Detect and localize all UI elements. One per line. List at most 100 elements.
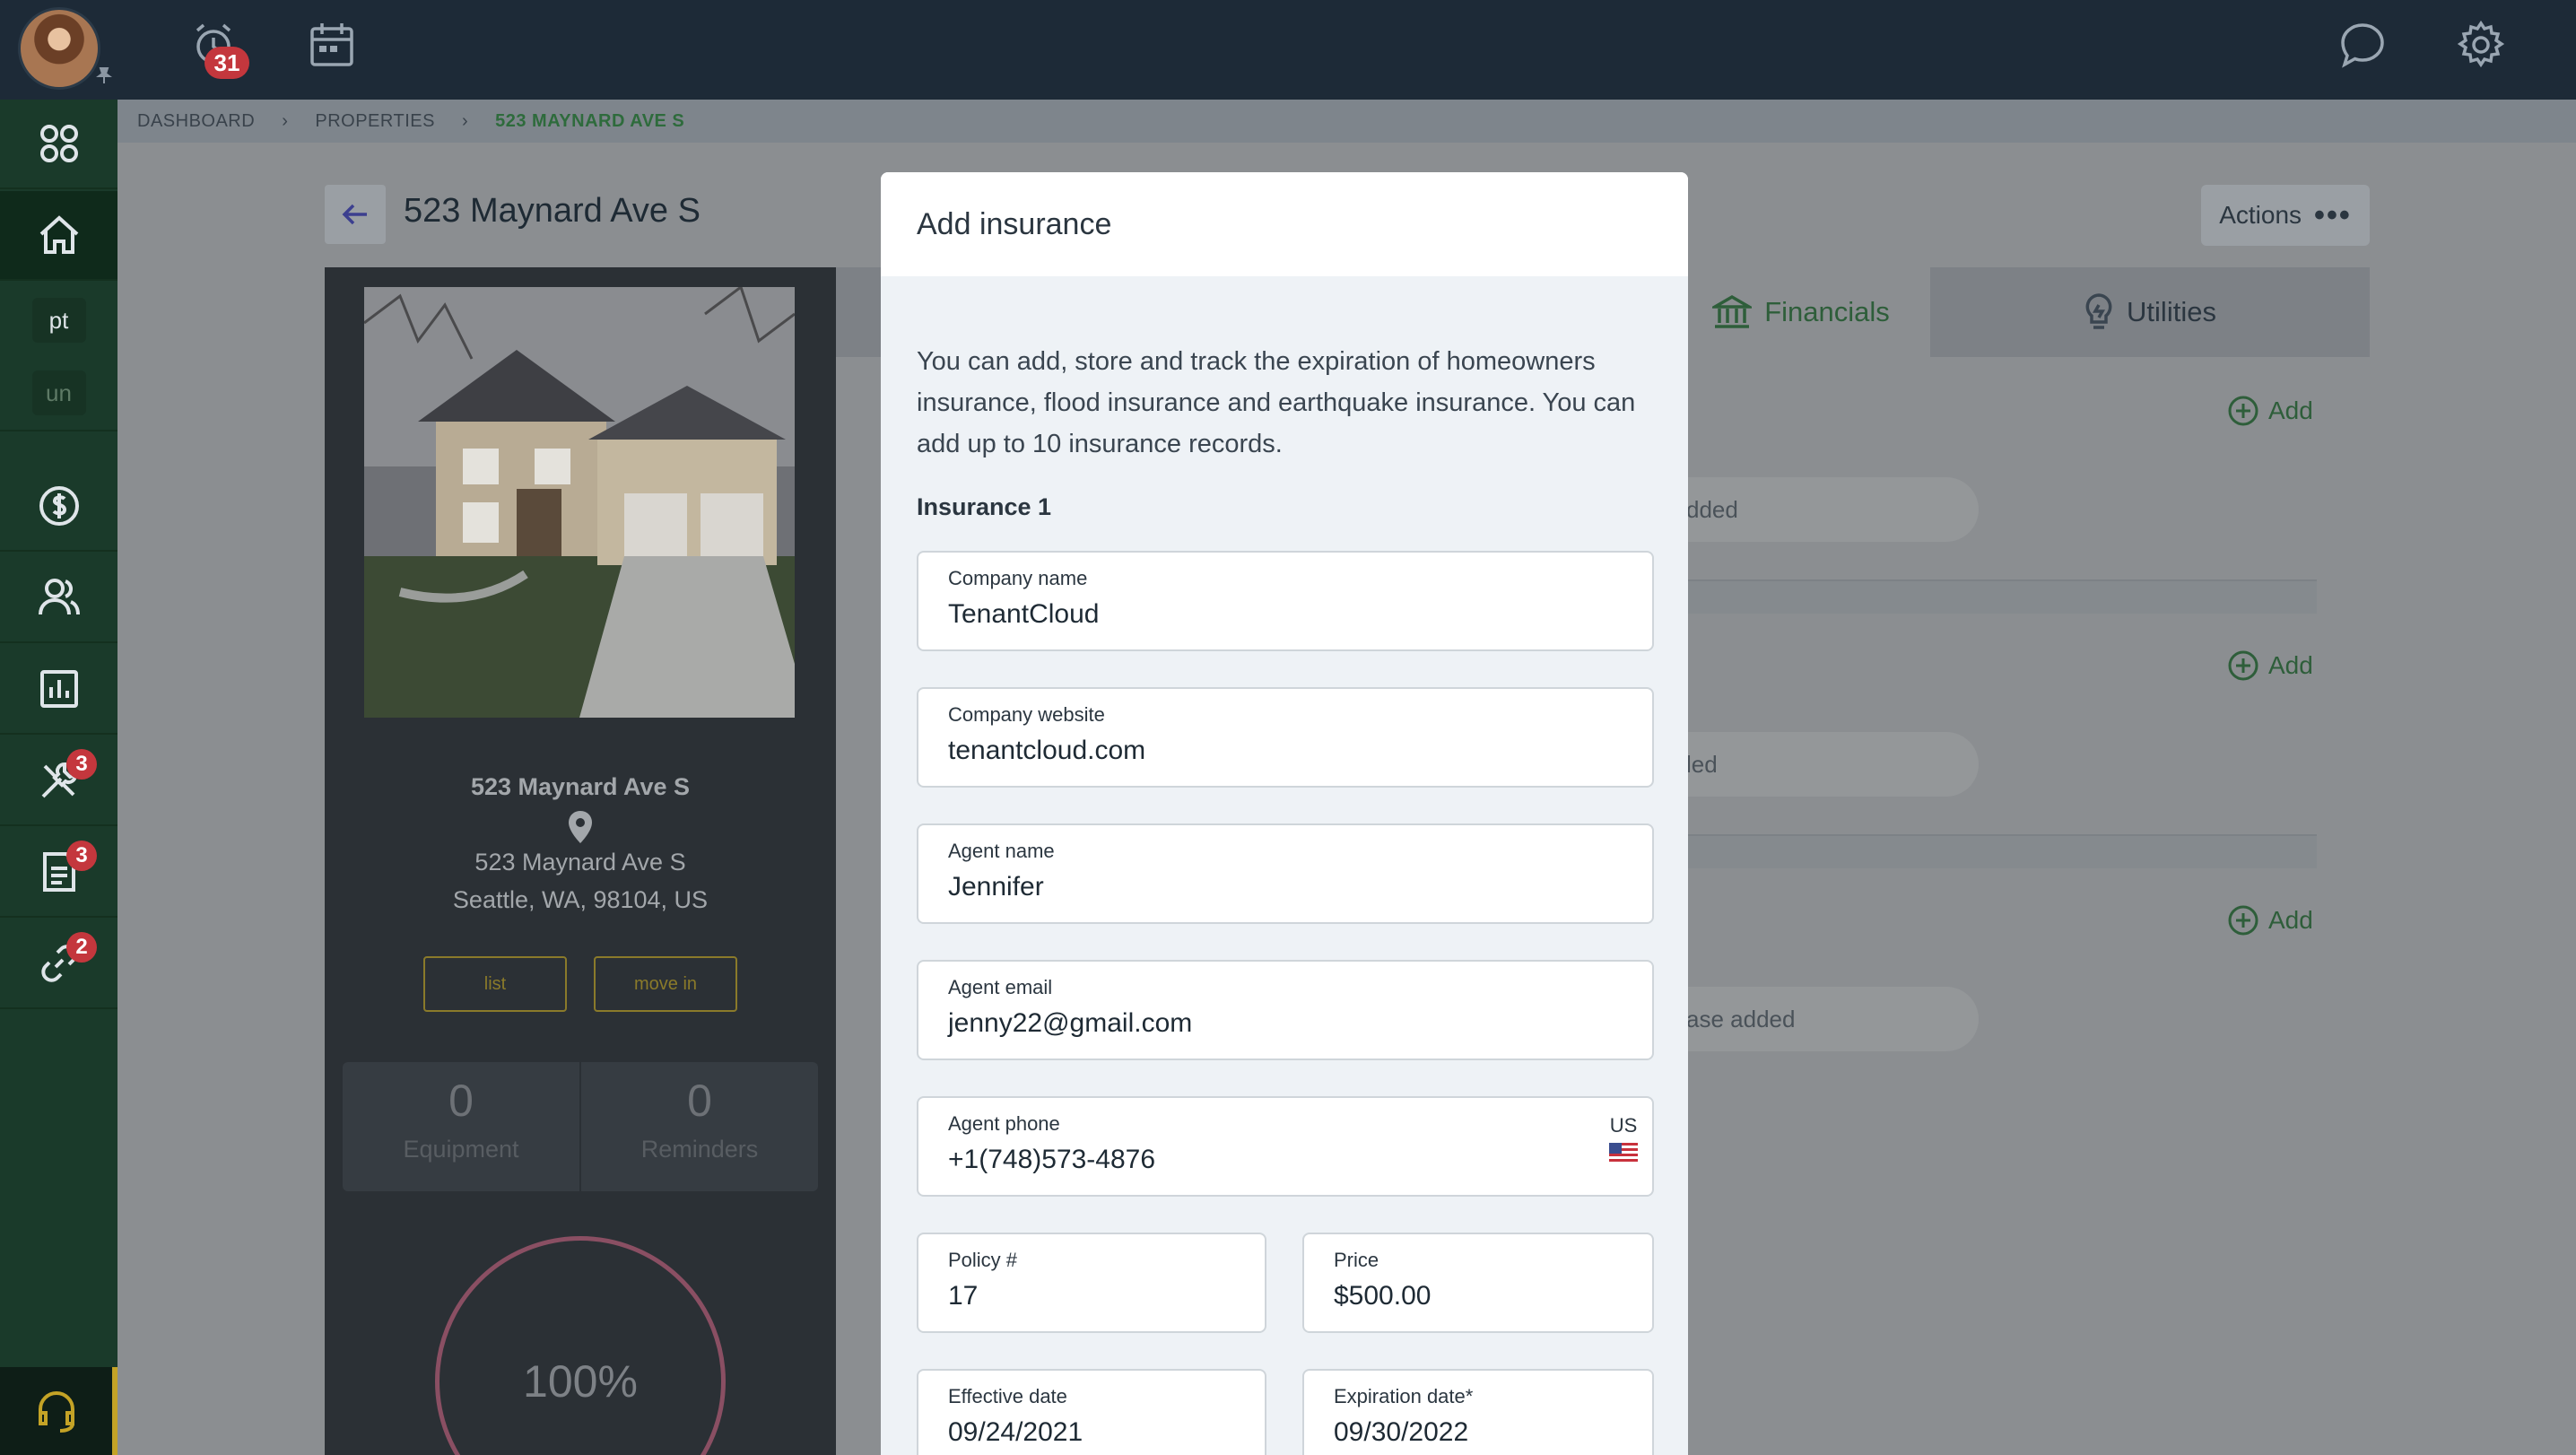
lightbulb-icon: [2085, 293, 2112, 329]
add-insurance-modal: Add insurance You can add, store and tra…: [881, 172, 1688, 1455]
documents-badge: 3: [66, 841, 97, 871]
page-title: 523 Maynard Ave S: [404, 192, 701, 230]
add-button-3[interactable]: Add: [2227, 904, 2313, 937]
policy-number-value: 17: [948, 1281, 979, 1311]
property-photo: [364, 287, 795, 718]
move-in-button[interactable]: move in: [594, 956, 737, 1012]
add-label: Add: [2268, 396, 2313, 424]
expiration-date-value: 09/30/2022: [1334, 1417, 1469, 1447]
pin-icon: [95, 66, 113, 84]
property-address-line2: Seattle, WA, 98104, US: [452, 886, 709, 913]
price-label: Price: [1334, 1249, 1379, 1271]
sidebar-item-home[interactable]: [0, 191, 117, 281]
effective-date-label: Effective date: [948, 1385, 1067, 1407]
sidebar-item-apps[interactable]: [0, 100, 117, 189]
agent-phone-field[interactable]: Agent phone +1(748)573-4876 US: [917, 1096, 1654, 1197]
breadcrumb-dashboard[interactable]: DASHBOARD: [137, 111, 255, 132]
chevron-right-icon: ›: [282, 110, 289, 131]
back-button[interactable]: [325, 185, 386, 244]
location-pin-icon: [566, 809, 595, 845]
equipment-stat[interactable]: 0 Equipment: [343, 1062, 579, 1191]
pt-label: pt: [31, 298, 86, 343]
dollar-icon: [39, 486, 79, 526]
effective-date-field[interactable]: Effective date 09/24/2021: [917, 1369, 1266, 1455]
notification-badge: 31: [205, 47, 249, 79]
reminders-label: Reminders: [640, 1136, 759, 1163]
tab-financials-label: Financials: [1764, 296, 1890, 327]
top-bar: 31: [0, 0, 2576, 100]
breadcrumb-properties[interactable]: PROPERTIES: [315, 111, 435, 132]
reminders-count: 0: [687, 1076, 712, 1126]
chevron-right-icon: ›: [461, 110, 469, 131]
plus-circle-icon: [2228, 396, 2258, 426]
calendar-icon[interactable]: [307, 20, 357, 70]
chat-icon[interactable]: [2337, 20, 2388, 70]
links-badge: 2: [66, 932, 97, 963]
agent-email-label: Agent email: [948, 976, 1053, 998]
property-card: 523 Maynard Ave S 523 Maynard Ave S Seat…: [325, 267, 836, 1455]
sidebar-item-maintenance[interactable]: 3: [0, 736, 117, 826]
policy-number-label: Policy #: [948, 1249, 1018, 1271]
user-avatar[interactable]: [18, 7, 100, 90]
arrow-left-icon: [342, 204, 367, 225]
sidebar-item-un[interactable]: un: [0, 356, 117, 431]
reminders-stat[interactable]: 0 Reminders: [579, 1062, 818, 1191]
sidebar-item-reports[interactable]: [0, 645, 117, 735]
price-value: $500.00: [1334, 1281, 1432, 1311]
modal-title: Add insurance: [881, 172, 1688, 276]
policy-number-field[interactable]: Policy # 17: [917, 1233, 1266, 1333]
tab-utilities[interactable]: Utilities: [1989, 267, 2311, 357]
plus-circle-icon: [2228, 650, 2258, 681]
sidebar-item-people[interactable]: [0, 553, 117, 643]
price-field[interactable]: Price $500.00: [1302, 1233, 1654, 1333]
people-icon: [38, 579, 80, 615]
un-label: un: [31, 370, 86, 415]
expiration-date-label: Expiration date*: [1334, 1385, 1474, 1407]
add-button-1[interactable]: Add: [2227, 395, 2313, 427]
agent-phone-label: Agent phone: [948, 1112, 1060, 1135]
company-name-value: TenantCloud: [948, 599, 1100, 629]
add-label: Add: [2268, 651, 2313, 679]
agent-email-value: jenny22@gmail.com: [948, 1008, 1193, 1038]
gear-icon[interactable]: [2456, 20, 2506, 70]
section-divider: [1579, 834, 2317, 868]
breadcrumb-current: 523 MAYNARD AVE S: [495, 110, 685, 131]
company-name-label: Company name: [948, 567, 1088, 589]
breadcrumb: DASHBOARD › PROPERTIES › 523 MAYNARD AVE…: [117, 100, 2576, 143]
effective-date-value: 09/24/2021: [948, 1417, 1083, 1447]
completion-ring: 100%: [435, 1236, 726, 1455]
expiration-date-field[interactable]: Expiration date* 09/30/2022: [1302, 1369, 1654, 1455]
sidebar-item-accounting[interactable]: [0, 462, 117, 552]
apps-icon: [39, 125, 78, 162]
support-button[interactable]: [0, 1367, 117, 1455]
maintenance-badge: 3: [66, 749, 97, 780]
company-name-field[interactable]: Company name TenantCloud: [917, 551, 1654, 651]
insurance-section-label: Insurance 1: [917, 493, 1052, 520]
tab-financials[interactable]: Financials: [1672, 267, 1930, 357]
plus-circle-icon: [2228, 905, 2258, 936]
company-website-label: Company website: [948, 703, 1105, 726]
us-flag-icon: [1609, 1143, 1638, 1163]
sidebar-item-pt[interactable]: pt: [0, 284, 117, 356]
more-icon: •••: [2314, 197, 2352, 232]
bank-icon: [1712, 294, 1753, 328]
agent-name-label: Agent name: [948, 840, 1055, 862]
tab-utilities-label: Utilities: [2127, 296, 2216, 327]
agent-name-field[interactable]: Agent name Jennifer: [917, 823, 1654, 924]
sidebar-item-links[interactable]: 2: [0, 919, 117, 1009]
equipment-count: 0: [448, 1076, 474, 1126]
list-button[interactable]: list: [423, 956, 567, 1012]
country-selector[interactable]: US: [1609, 1114, 1638, 1163]
equipment-label: Equipment: [403, 1136, 519, 1163]
agent-name-value: Jennifer: [948, 872, 1044, 902]
chart-icon: [39, 670, 78, 708]
sidebar-item-documents[interactable]: 3: [0, 828, 117, 918]
company-website-field[interactable]: Company website tenantcloud.com: [917, 687, 1654, 788]
agent-email-field[interactable]: Agent email jenny22@gmail.com: [917, 960, 1654, 1060]
company-website-value: tenantcloud.com: [948, 736, 1146, 765]
actions-button[interactable]: Actions •••: [2201, 185, 2370, 246]
modal-description: You can add, store and track the expirat…: [917, 347, 1636, 458]
add-label: Add: [2268, 906, 2313, 934]
add-button-2[interactable]: Add: [2227, 649, 2313, 682]
property-stats: 0 Equipment 0 Reminders: [343, 1062, 818, 1191]
